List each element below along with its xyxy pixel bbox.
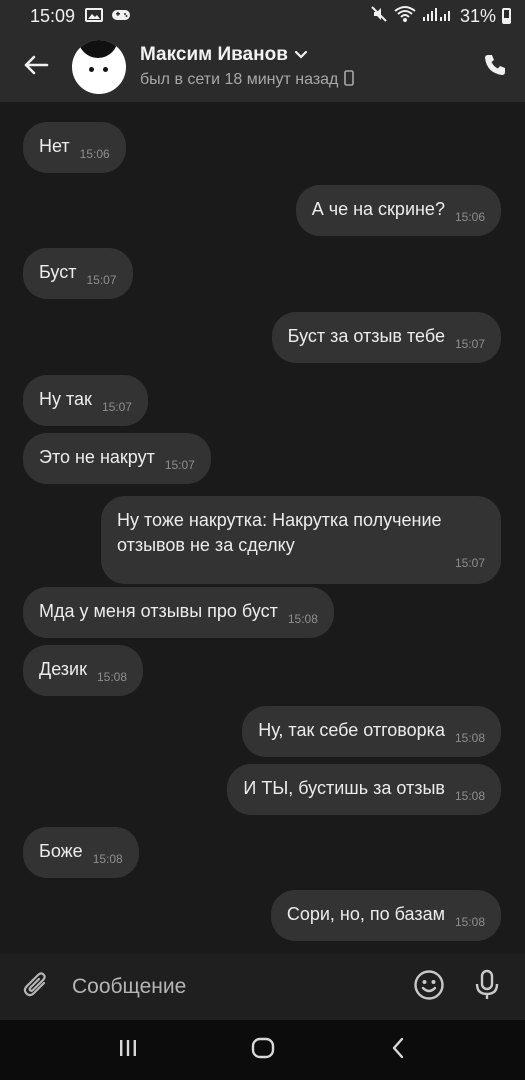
paperclip-icon — [22, 970, 50, 1005]
message-time: 15:08 — [454, 915, 485, 929]
message-text: Дезик — [39, 659, 87, 679]
message-list[interactable]: Нет 15:06 А че на скрине? 15:06 Буст 15:07 … — [0, 102, 525, 954]
contact-status: был в сети 18 минут назад — [140, 71, 339, 88]
message-incoming[interactable]: Буст 15:07 — [23, 248, 133, 299]
chat-header: Максим Иванов был в сети 18 минут назад — [0, 32, 525, 102]
contact-name-row: Максим Иванов — [140, 44, 465, 66]
message-text: Буст — [39, 262, 77, 282]
recent-apps-button[interactable] — [108, 1030, 148, 1070]
arrow-left-icon — [23, 54, 49, 81]
gamepad-icon — [111, 6, 131, 27]
message-incoming[interactable]: Боже 15:08 — [23, 827, 139, 878]
message-text: И ТЫ, бустишь за отзыв — [243, 778, 445, 798]
message-input[interactable]: Сообщение — [72, 975, 391, 999]
message-incoming[interactable]: Мда у меня отзывы про буст 15:08 — [23, 587, 334, 638]
message-text: Мда у меня отзывы про буст — [39, 601, 278, 621]
home-icon — [251, 1037, 275, 1064]
message-time: 15:07 — [454, 556, 485, 570]
mute-icon — [370, 5, 388, 28]
voice-message-button[interactable] — [467, 967, 507, 1007]
message-text: Сори, но, по базам — [286, 904, 445, 924]
back-button[interactable] — [0, 32, 72, 102]
gallery-icon — [85, 6, 104, 27]
message-text: Ну, так себе отговорка — [258, 720, 445, 740]
wifi-icon — [394, 5, 416, 28]
contact-status-row: был в сети 18 минут назад — [140, 69, 465, 91]
phone-icon — [483, 53, 507, 82]
message-composer: Сообщение — [0, 954, 525, 1020]
message-outgoing[interactable]: Сори, но, по базам 15:08 — [270, 890, 501, 941]
back-nav-button[interactable] — [378, 1030, 418, 1070]
message-outgoing[interactable]: Ну, так себе отговорка 15:08 — [242, 706, 501, 757]
message-time: 15:08 — [287, 612, 318, 626]
chevron-left-icon — [391, 1037, 405, 1064]
microphone-icon — [474, 969, 500, 1006]
message-outgoing[interactable]: А че на скрине? 15:06 — [295, 185, 501, 236]
emoji-button[interactable] — [409, 967, 449, 1007]
message-text: Ну тоже накрутка: Накрутка получение отз… — [117, 510, 442, 555]
message-text: Нет — [39, 136, 70, 156]
home-button[interactable] — [243, 1030, 283, 1070]
message-time: 15:07 — [101, 400, 132, 414]
message-time: 15:07 — [454, 337, 485, 351]
system-nav-bar — [0, 1020, 525, 1080]
call-button[interactable] — [465, 32, 525, 102]
message-incoming[interactable]: Дезик 15:08 — [23, 645, 144, 696]
status-time: 15:09 — [30, 5, 76, 26]
message-text: Это не накрут — [39, 447, 155, 467]
attach-button[interactable] — [18, 969, 54, 1005]
chevron-down-icon — [294, 44, 308, 66]
contact-name: Максим Иванов — [140, 43, 288, 65]
message-text: Ну так — [39, 389, 92, 409]
message-text: Буст за отзыв тебе — [287, 326, 445, 346]
avatar-eye — [103, 67, 108, 72]
message-time: 15:08 — [92, 852, 123, 866]
message-outgoing[interactable]: Ну тоже накрутка: Накрутка получение отз… — [101, 496, 501, 584]
message-time: 15:07 — [164, 458, 195, 472]
avatar-eye — [89, 67, 94, 72]
message-text: Боже — [39, 841, 83, 861]
message-time: 15:08 — [454, 731, 485, 745]
signal-icon — [422, 6, 454, 27]
message-incoming[interactable]: Нет 15:06 — [23, 122, 126, 173]
status-bar: 15:09 31% — [0, 0, 525, 32]
message-text: А че на скрине? — [311, 199, 445, 219]
mobile-icon — [344, 69, 355, 91]
message-incoming[interactable]: Это не накрут 15:07 — [23, 433, 211, 484]
message-time: 15:06 — [454, 210, 485, 224]
message-time: 15:07 — [86, 273, 117, 287]
message-incoming[interactable]: Ну так 15:07 — [23, 375, 148, 426]
recent-apps-icon — [118, 1039, 138, 1062]
message-time: 15:08 — [454, 789, 485, 803]
smiley-icon — [413, 969, 445, 1006]
avatar[interactable] — [72, 40, 126, 94]
message-outgoing[interactable]: И ТЫ, бустишь за отзыв 15:08 — [227, 764, 501, 815]
contact-info[interactable]: Максим Иванов был в сети 18 минут назад — [140, 44, 465, 91]
battery-percent: 31% — [459, 5, 496, 26]
message-time: 15:06 — [79, 147, 110, 161]
battery-icon — [502, 8, 511, 24]
message-time: 15:08 — [97, 670, 128, 684]
message-outgoing[interactable]: Буст за отзыв тебе 15:07 — [271, 312, 501, 363]
